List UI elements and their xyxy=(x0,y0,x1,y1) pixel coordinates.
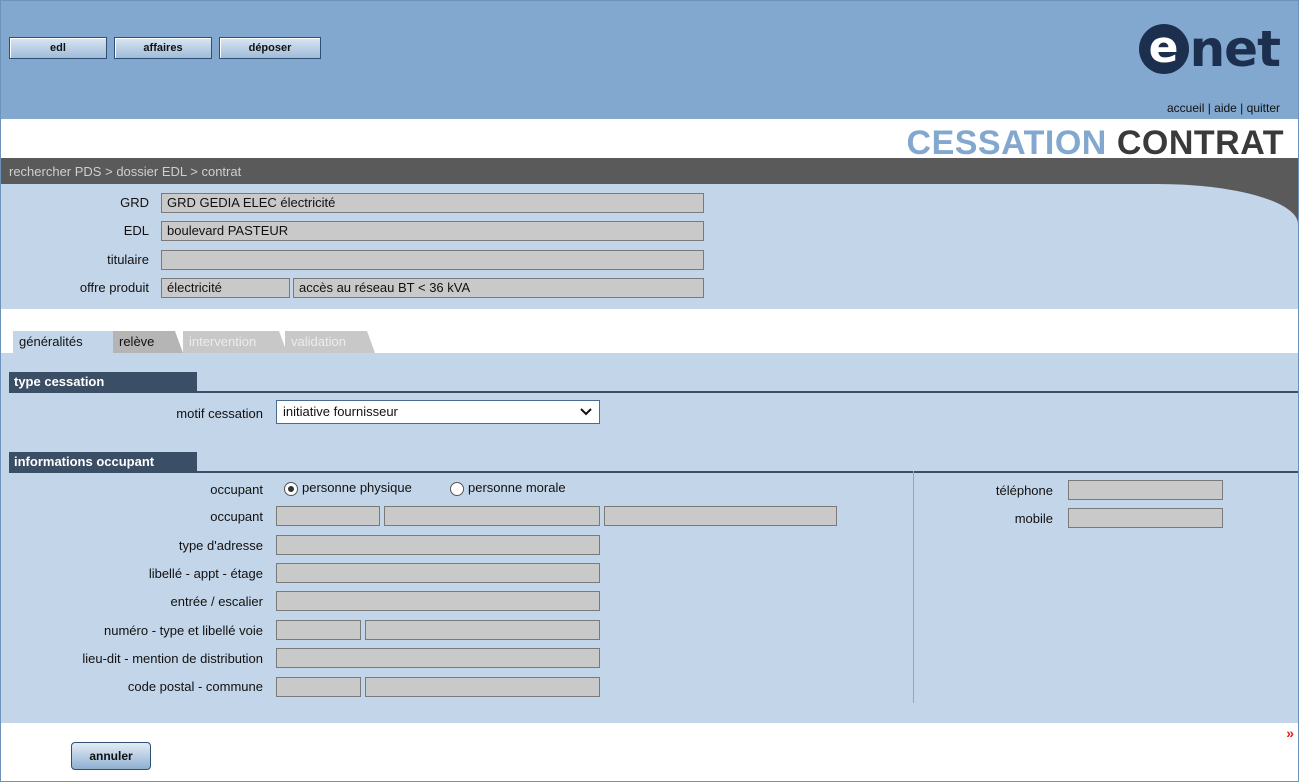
occupant-name-label: occupant xyxy=(210,509,263,524)
numero-field[interactable] xyxy=(276,620,361,640)
informations-occupant-heading: informations occupant xyxy=(9,452,197,472)
breadcrumb-dossier-edl[interactable]: dossier EDL xyxy=(116,164,186,179)
occupant-nom-field[interactable] xyxy=(384,506,600,526)
link-separator: | xyxy=(1204,101,1215,115)
libelle-appt-label: libellé - appt - étage xyxy=(148,566,263,581)
section-divider xyxy=(9,471,1298,473)
tab-validation-label: validation xyxy=(291,334,346,349)
motif-cessation-label: motif cessation xyxy=(176,406,263,421)
telephone-label: téléphone xyxy=(995,483,1053,498)
page-title-part2: CONTRAT xyxy=(1116,124,1284,162)
nav-edl-button[interactable]: edl xyxy=(9,37,107,59)
grd-label: GRD xyxy=(120,195,149,210)
code-postal-commune-label: code postal - commune xyxy=(127,679,263,694)
type-cessation-heading: type cessation xyxy=(9,372,197,392)
telephone-field[interactable] xyxy=(1068,480,1223,500)
offre-produit-label: offre produit xyxy=(79,280,149,295)
commune-field[interactable] xyxy=(365,677,600,697)
tab-intervention: intervention xyxy=(183,331,287,353)
breadcrumb: rechercher PDS > dossier EDL > contrat xyxy=(9,164,241,179)
occupant-type-label: occupant xyxy=(210,482,263,497)
nav-deposer-button[interactable]: déposer xyxy=(219,37,321,59)
grd-field: GRD GEDIA ELEC électricité xyxy=(161,193,704,213)
tab-intervention-label: intervention xyxy=(189,334,257,349)
section-divider xyxy=(9,391,1298,393)
type-adresse-field[interactable] xyxy=(276,535,600,555)
top-links: accueil | aide | quitter xyxy=(1167,101,1280,115)
annuler-button[interactable]: annuler xyxy=(71,742,151,770)
entree-escalier-field[interactable] xyxy=(276,591,600,611)
mobile-label: mobile xyxy=(1014,511,1053,526)
quitter-link[interactable]: quitter xyxy=(1247,101,1280,115)
personne-physique-radio[interactable] xyxy=(284,482,298,496)
breadcrumb-contrat[interactable]: contrat xyxy=(201,164,241,179)
radio-selected-dot xyxy=(288,486,294,492)
tab-ear xyxy=(367,331,375,353)
column-divider xyxy=(913,471,914,703)
link-separator: | xyxy=(1236,101,1247,115)
footer xyxy=(1,723,1298,781)
tab-ear xyxy=(175,331,183,353)
page-title: CESSATION CONTRAT xyxy=(907,125,1284,161)
numero-voie-label: numéro - type et libellé voie xyxy=(104,623,263,638)
personne-morale-label[interactable]: personne morale xyxy=(468,480,566,495)
edl-label: EDL xyxy=(123,223,149,238)
chevron-down-icon xyxy=(580,408,592,416)
lieu-dit-field[interactable] xyxy=(276,648,600,668)
mobile-field[interactable] xyxy=(1068,508,1223,528)
personne-physique-label[interactable]: personne physique xyxy=(302,480,412,495)
page-title-part1: CESSATION xyxy=(906,124,1107,162)
enet-logo: e net xyxy=(1138,19,1281,79)
motif-cessation-value: initiative fournisseur xyxy=(283,404,398,419)
logo-net-text: net xyxy=(1189,20,1281,78)
next-arrow-icon[interactable]: » xyxy=(1286,725,1294,741)
tab-releve-label: relève xyxy=(119,334,155,349)
offre-acces-field: accès au réseau BT < 36 kVA xyxy=(293,278,704,298)
tab-releve[interactable]: relève xyxy=(113,331,183,353)
lieu-dit-label: lieu-dit - mention de distribution xyxy=(82,651,263,666)
titulaire-label: titulaire xyxy=(107,252,149,267)
occupant-civilite-field[interactable] xyxy=(276,506,380,526)
edl-field: boulevard PASTEUR xyxy=(161,221,704,241)
entree-escalier-label: entrée / escalier xyxy=(170,594,264,609)
tab-validation: validation xyxy=(285,331,375,353)
header: edl affaires déposer e net accueil | aid… xyxy=(1,1,1298,119)
breadcrumb-separator: > xyxy=(101,164,117,179)
tab-generalites-label: généralités xyxy=(19,334,83,349)
offre-energie-field: électricité xyxy=(161,278,290,298)
app-window: edl affaires déposer e net accueil | aid… xyxy=(0,0,1299,782)
aide-link[interactable]: aide xyxy=(1214,101,1237,115)
type-adresse-label: type d'adresse xyxy=(178,538,263,553)
breadcrumb-rechercher-pds[interactable]: rechercher PDS xyxy=(9,164,101,179)
nav-affaires-button[interactable]: affaires xyxy=(114,37,212,59)
motif-cessation-select[interactable]: initiative fournisseur xyxy=(276,400,600,424)
tab-generalites[interactable]: généralités xyxy=(13,331,121,353)
personne-morale-radio[interactable] xyxy=(450,482,464,496)
code-postal-field[interactable] xyxy=(276,677,361,697)
panel-corner-curve xyxy=(1158,184,1298,309)
occupant-prenom-field[interactable] xyxy=(604,506,837,526)
breadcrumb-separator: > xyxy=(186,164,202,179)
accueil-link[interactable]: accueil xyxy=(1167,101,1204,115)
logo-e-mark: e xyxy=(1138,24,1189,74)
titulaire-field xyxy=(161,250,704,270)
libelle-appt-field[interactable] xyxy=(276,563,600,583)
type-libelle-voie-field[interactable] xyxy=(365,620,600,640)
